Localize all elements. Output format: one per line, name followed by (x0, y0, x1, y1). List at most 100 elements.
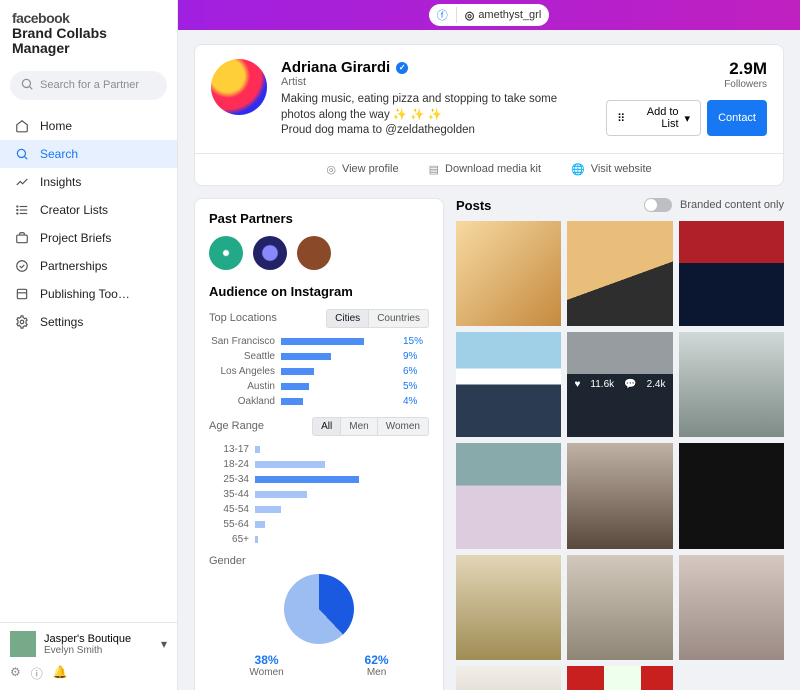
verified-badge-icon: ✓ (396, 62, 408, 74)
partner-search-input[interactable]: Search for a Partner (10, 71, 167, 100)
bar-label: 13-17 (209, 444, 249, 455)
tab-download-media-kit[interactable]: ▤ Download media kit (429, 163, 541, 176)
bar-track (255, 506, 429, 513)
sidebar-item-creator-lists[interactable]: Creator Lists (0, 196, 177, 224)
post-tile[interactable] (567, 555, 672, 660)
bar-label: 55-64 (209, 519, 249, 530)
post-tile[interactable] (679, 555, 784, 660)
search-icon (20, 77, 34, 94)
bar-label: Oakland (209, 396, 275, 407)
facebook-icon: ⓕ (437, 7, 448, 23)
audience-card: Past Partners Audience on Instagram Top … (194, 198, 444, 690)
post-tile[interactable] (567, 221, 672, 326)
search-placeholder: Search for a Partner (40, 79, 139, 91)
chip-men[interactable]: Men (340, 417, 376, 436)
download-icon: ▤ (429, 163, 439, 176)
posts-grid: ♥ 11.6k 💬 2.4k (456, 221, 784, 690)
add-to-list-button[interactable]: ⠿ Add to List ▾ (606, 100, 701, 136)
sidebar-item-search[interactable]: Search (0, 140, 177, 168)
bar-label: Austin (209, 381, 275, 392)
sidebar-item-label: Publishing Too… (40, 287, 130, 301)
branded-content-toggle[interactable]: Branded content only (644, 198, 784, 212)
post-tile[interactable]: ♥ 11.6k 💬 2.4k (567, 332, 672, 437)
gender-women-value: 38% (249, 653, 283, 667)
network-tab-facebook[interactable]: ⓕ (429, 4, 456, 26)
footer-utility-icons: ⚙ ⓘ 🔔 (10, 665, 167, 682)
chart-bar-row: 13-17 (209, 444, 429, 455)
chip-countries[interactable]: Countries (368, 309, 429, 328)
chart-bar-row: Oakland4% (209, 396, 429, 407)
account-switcher[interactable]: Jasper's Boutique Evelyn Smith ▾ (10, 631, 167, 657)
partner-avatar[interactable] (253, 236, 287, 270)
post-tile[interactable] (456, 443, 561, 548)
post-tile[interactable] (567, 443, 672, 548)
sidebar-item-partnerships[interactable]: Partnerships (0, 252, 177, 280)
chart-bar-row: 25-34 (209, 474, 429, 485)
chip-women[interactable]: Women (377, 417, 429, 436)
bar-label: 35-44 (209, 489, 249, 500)
sidebar-item-settings[interactable]: Settings (0, 308, 177, 336)
bar-value: 5% (403, 381, 429, 392)
bar-track (281, 368, 391, 375)
gender-men-value: 62% (365, 653, 389, 667)
comment-icon: 💬 (624, 379, 636, 390)
past-partners-heading: Past Partners (209, 211, 429, 226)
past-partners-row (209, 236, 429, 270)
tab-view-profile[interactable]: ◎ View profile (326, 163, 398, 176)
post-tile[interactable] (456, 332, 561, 437)
home-icon (14, 119, 30, 133)
post-tile[interactable] (679, 443, 784, 548)
account-avatar (10, 631, 36, 657)
bar-track (255, 446, 429, 453)
profile-avatar (211, 59, 267, 115)
sidebar-item-insights[interactable]: Insights (0, 168, 177, 196)
followers-label: Followers (606, 79, 767, 90)
chevron-down-icon: ▾ (685, 112, 691, 125)
sidebar-item-project-briefs[interactable]: Project Briefs (0, 224, 177, 252)
post-tile[interactable] (456, 221, 561, 326)
sidebar-item-home[interactable]: Home (0, 112, 177, 140)
sidebar-item-label: Search (40, 147, 78, 161)
post-tile[interactable] (456, 666, 561, 690)
post-tile[interactable] (567, 666, 672, 690)
chip-cities[interactable]: Cities (326, 309, 368, 328)
sidebar-item-label: Home (40, 119, 72, 133)
sidebar-nav: Home Search Insights Creator Lists Proje… (0, 108, 177, 336)
bar-track (281, 398, 391, 405)
tab-label: View profile (342, 163, 399, 175)
post-tile[interactable] (679, 332, 784, 437)
posts-heading: Posts (456, 198, 491, 213)
post-tile[interactable] (679, 221, 784, 326)
settings-icon[interactable]: ⚙ (10, 665, 21, 682)
bar-track (255, 476, 429, 483)
network-tab-instagram[interactable]: ◎ amethyst_grl (457, 4, 550, 26)
locations-label: Top Locations (209, 312, 277, 324)
chart-bar-row: 45-54 (209, 504, 429, 515)
partner-avatar[interactable] (297, 236, 331, 270)
sidebar-item-publishing-tools[interactable]: Publishing Too… (0, 280, 177, 308)
comments-count: 2.4k (647, 379, 666, 390)
gender-legend: 38% Women 62% Men (209, 653, 429, 678)
account-user: Evelyn Smith (44, 645, 131, 656)
contact-button[interactable]: Contact (707, 100, 767, 136)
gear-icon (14, 315, 30, 329)
heart-icon: ♥ (574, 379, 580, 390)
bar-value: 15% (403, 336, 429, 347)
notifications-icon[interactable]: 🔔 (53, 665, 68, 682)
audience-heading: Audience on Instagram (209, 284, 429, 299)
sidebar-item-label: Settings (40, 315, 83, 329)
chevron-down-icon: ▾ (161, 637, 167, 651)
tools-icon (14, 287, 30, 301)
instagram-icon: ◎ (465, 9, 475, 22)
post-tile[interactable] (456, 555, 561, 660)
locations-chart: San Francisco15%Seattle9%Los Angeles6%Au… (209, 336, 429, 407)
profile-info: Adriana Girardi ✓ Artist Making music, e… (281, 59, 592, 139)
help-icon[interactable]: ⓘ (31, 665, 43, 682)
chip-all[interactable]: All (312, 417, 340, 436)
globe-icon: 🌐 (571, 163, 585, 176)
tab-visit-website[interactable]: 🌐 Visit website (571, 163, 652, 176)
partner-avatar[interactable] (209, 236, 243, 270)
toggle-switch-icon (644, 198, 672, 212)
age-label: Age Range (209, 420, 264, 432)
chart-bar-row: Los Angeles6% (209, 366, 429, 377)
